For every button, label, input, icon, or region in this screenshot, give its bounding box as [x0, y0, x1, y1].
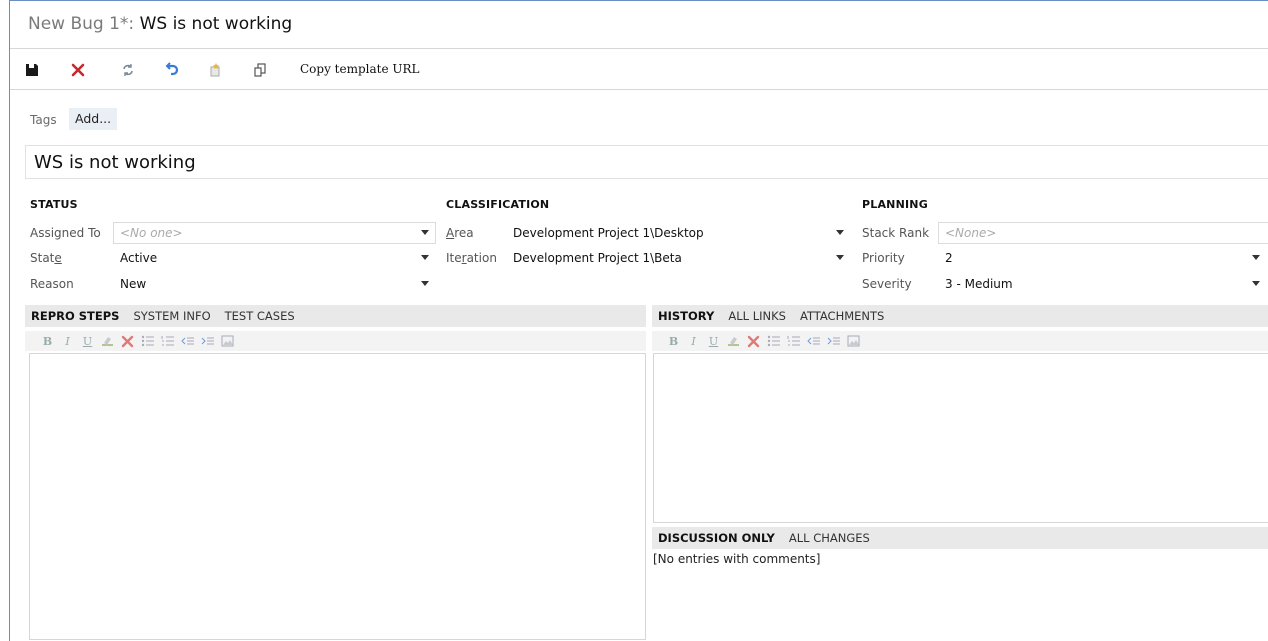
chevron-down-icon: [1252, 255, 1260, 260]
work-item-title-input[interactable]: WS is not working: [25, 145, 1268, 179]
stack-rank-input[interactable]: <None>: [938, 222, 1268, 244]
add-tag-button[interactable]: Add...: [69, 108, 118, 130]
remove-format-icon[interactable]: [746, 333, 761, 349]
history-empty-message: [No entries with comments]: [653, 552, 821, 566]
history-comment-editor[interactable]: [653, 353, 1268, 523]
assigned-to-label: Assigned To: [30, 226, 101, 240]
save-button[interactable]: [22, 60, 42, 80]
status-header: STATUS: [30, 198, 78, 211]
highlight-icon[interactable]: [100, 333, 115, 349]
underline-icon[interactable]: U: [80, 333, 95, 349]
tab-test-cases[interactable]: TEST CASES: [225, 305, 295, 327]
iteration-dropdown[interactable]: Development Project 1\Beta: [506, 247, 851, 269]
save-icon: [26, 64, 38, 76]
chevron-down-icon: [836, 230, 844, 235]
area-value: Development Project 1\Desktop: [513, 226, 704, 240]
tab-all-changes[interactable]: ALL CHANGES: [789, 527, 870, 549]
title-text: WS is not working: [139, 14, 293, 34]
chevron-down-icon: [836, 255, 844, 260]
undo-button[interactable]: [162, 60, 182, 80]
copy-template-url-button[interactable]: Copy template URL: [300, 62, 420, 76]
tab-attachments[interactable]: ATTACHMENTS: [800, 305, 884, 327]
numbered-list-icon[interactable]: [786, 333, 801, 349]
iteration-label: Iteration: [446, 251, 497, 265]
outdent-icon[interactable]: [180, 333, 195, 349]
discussion-tab-bar: DISCUSSION ONLY ALL CHANGES: [652, 527, 1268, 549]
severity-label: Severity: [862, 277, 912, 291]
indent-icon[interactable]: [826, 333, 841, 349]
reason-value: New: [120, 277, 147, 291]
priority-dropdown[interactable]: 2: [938, 247, 1268, 269]
title-prefix: New Bug 1*:: [28, 14, 140, 34]
right-tab-bar: HISTORY ALL LINKS ATTACHMENTS: [652, 305, 1268, 327]
numbered-list-icon[interactable]: [160, 333, 175, 349]
bulleted-list-icon[interactable]: [140, 333, 155, 349]
tags-label: Tags: [30, 113, 57, 127]
copy-icon: [254, 63, 266, 77]
underline-icon[interactable]: U: [706, 333, 721, 349]
indent-icon[interactable]: [200, 333, 215, 349]
state-value: Active: [120, 251, 158, 265]
bulleted-list-icon[interactable]: [766, 333, 781, 349]
italic-icon[interactable]: I: [60, 333, 75, 349]
severity-dropdown[interactable]: 3 - Medium: [938, 273, 1268, 295]
state-dropdown[interactable]: Active: [113, 247, 436, 269]
right-format-toolbar: B I U: [652, 331, 1268, 351]
iteration-value: Development Project 1\Beta: [513, 251, 682, 265]
reason-label: Reason: [30, 277, 74, 291]
tab-history[interactable]: HISTORY: [658, 305, 714, 327]
outdent-icon[interactable]: [806, 333, 821, 349]
area-label: Area: [446, 226, 474, 240]
highlight-icon[interactable]: [726, 333, 741, 349]
repro-steps-editor[interactable]: [29, 353, 646, 640]
insert-image-icon[interactable]: [220, 333, 235, 349]
left-tab-bar: REPRO STEPS SYSTEM INFO TEST CASES: [25, 305, 646, 327]
priority-label: Priority: [862, 251, 905, 265]
tab-repro-steps[interactable]: REPRO STEPS: [31, 305, 119, 327]
assigned-to-dropdown[interactable]: <No one>: [113, 222, 436, 244]
state-label: State: [30, 251, 62, 265]
bold-icon[interactable]: B: [666, 333, 681, 349]
toolbar: Copy template URL: [10, 50, 1268, 90]
delete-button[interactable]: [68, 60, 88, 80]
window-title: New Bug 1*: WS is not working: [28, 14, 292, 34]
tab-discussion-only[interactable]: DISCUSSION ONLY: [658, 527, 775, 549]
italic-icon[interactable]: I: [686, 333, 701, 349]
chevron-down-icon: [421, 281, 429, 286]
copy-work-item-button[interactable]: [250, 60, 270, 80]
chevron-down-icon: [421, 255, 429, 260]
undo-icon: [165, 62, 179, 76]
priority-value: 2: [945, 251, 953, 265]
new-linked-item-icon: [210, 63, 220, 77]
reason-dropdown[interactable]: New: [113, 273, 436, 295]
work-item-form: New Bug 1*: WS is not working Copy templ…: [9, 0, 1268, 641]
remove-format-icon[interactable]: [120, 333, 135, 349]
refresh-button[interactable]: [118, 60, 138, 80]
bold-icon[interactable]: B: [40, 333, 55, 349]
severity-value: 3 - Medium: [945, 277, 1013, 291]
tab-all-links[interactable]: ALL LINKS: [728, 305, 786, 327]
chevron-down-icon: [421, 230, 429, 235]
stack-rank-label: Stack Rank: [862, 226, 930, 240]
tab-system-info[interactable]: SYSTEM INFO: [133, 305, 210, 327]
title-bar: New Bug 1*: WS is not working: [10, 1, 1268, 49]
close-icon: [71, 63, 85, 77]
planning-header: PLANNING: [862, 198, 928, 211]
left-format-toolbar: B I U: [25, 331, 646, 351]
link-work-item-button[interactable]: [206, 60, 226, 80]
area-dropdown[interactable]: Development Project 1\Desktop: [506, 222, 851, 244]
chevron-down-icon: [1252, 281, 1260, 286]
insert-image-icon[interactable]: [846, 333, 861, 349]
assigned-to-value: <No one>: [120, 226, 183, 240]
classification-header: CLASSIFICATION: [446, 198, 550, 211]
refresh-icon: [123, 64, 133, 76]
